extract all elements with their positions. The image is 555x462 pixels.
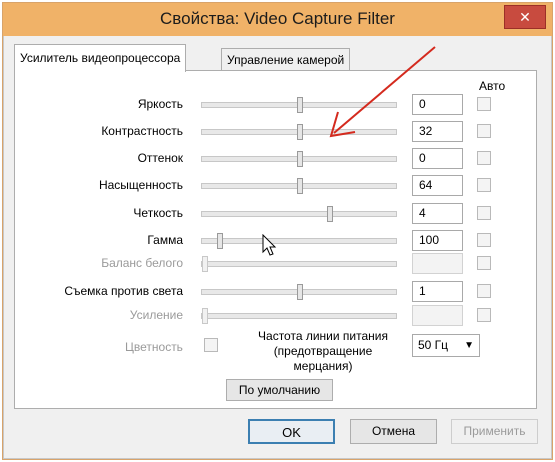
mouse-pointer-icon (262, 234, 277, 256)
tab-video-proc-amp[interactable]: Усилитель видеопроцессора (14, 44, 187, 72)
